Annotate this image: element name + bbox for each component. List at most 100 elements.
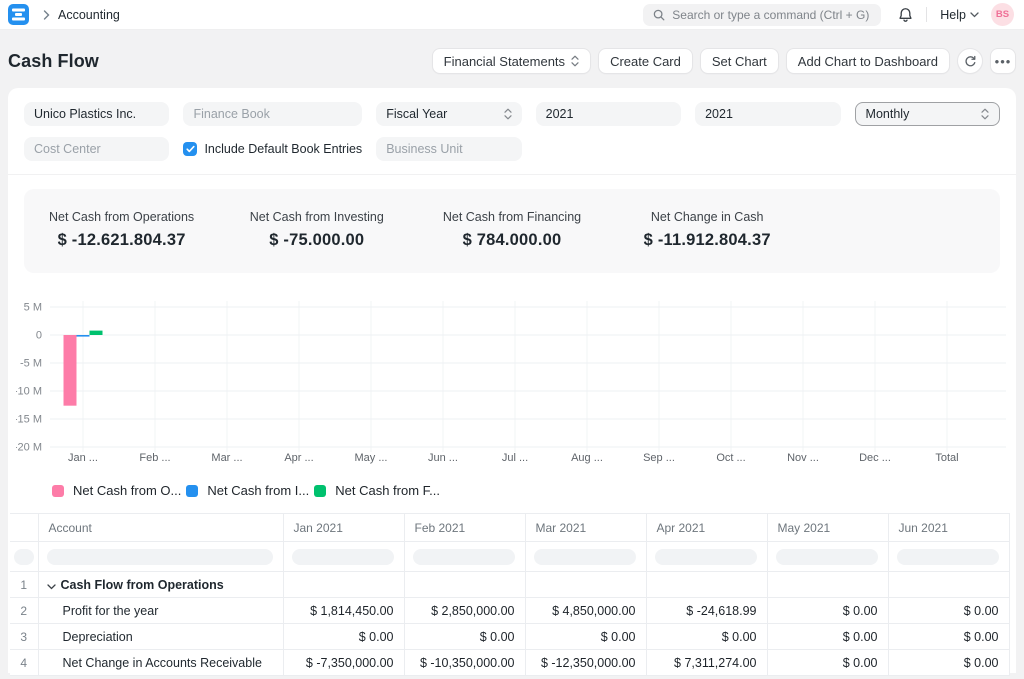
cell-value[interactable]: $ -12,350,000.00	[525, 650, 646, 676]
cell-value[interactable]: $ 7,311,274.00	[646, 650, 767, 676]
cell-value[interactable]	[283, 572, 404, 598]
summary-panel: Net Cash from Operations $ -12.621.804.3…	[24, 189, 1000, 273]
cell-value[interactable]	[525, 572, 646, 598]
report-card: Fiscal Year Monthly Include Default Book…	[8, 88, 1016, 673]
cell-value[interactable]: $ 0.00	[767, 598, 888, 624]
finance-book-filter[interactable]	[183, 102, 362, 126]
row-number: 1	[10, 572, 38, 598]
cell-value[interactable]	[404, 572, 525, 598]
column-header[interactable]: Mar 2021	[525, 514, 646, 542]
cell-value[interactable]: $ 4,850,000.00	[525, 598, 646, 624]
x-axis-tick: Jun ...	[428, 452, 458, 464]
company-filter[interactable]	[24, 102, 169, 126]
column-filter-input[interactable]	[47, 549, 273, 565]
summary-value: $ 784.000.00	[414, 231, 609, 250]
x-axis-tick: May ...	[354, 452, 387, 464]
search-placeholder: Search or type a command (Ctrl + G)	[672, 8, 869, 22]
period-basis-select[interactable]: Fiscal Year	[376, 102, 521, 126]
cell-value[interactable]: $ 0.00	[888, 624, 1009, 650]
column-filter-input[interactable]	[413, 549, 515, 565]
column-filter-input[interactable]	[897, 549, 999, 565]
cell-value[interactable]: $ 0.00	[888, 650, 1009, 676]
bar-net-cash-from-o-[interactable]	[64, 335, 77, 406]
set-chart-button[interactable]: Set Chart	[700, 48, 779, 74]
summary-card-financing: Net Cash from Financing $ 784.000.00	[414, 210, 609, 250]
report-table: AccountJan 2021Feb 2021Mar 2021Apr 2021M…	[10, 513, 1010, 676]
chart-legend: Net Cash from O...Net Cash from I...Net …	[16, 483, 1008, 498]
bar-net-cash-from-i-[interactable]	[77, 335, 90, 337]
notifications-button[interactable]	[898, 7, 913, 23]
cash-flow-chart[interactable]: 5 M0-5 M-10 M-15 M-20 MJan ...Feb ...Mar…	[16, 299, 1016, 469]
menu-button[interactable]: •••	[990, 48, 1016, 74]
column-filter-input[interactable]	[14, 549, 34, 565]
cell-value[interactable]: $ 0.00	[525, 624, 646, 650]
help-label: Help	[940, 8, 966, 22]
column-filter-input[interactable]	[534, 549, 636, 565]
cell-value[interactable]: $ 0.00	[646, 624, 767, 650]
search-icon	[653, 9, 665, 21]
check-icon	[186, 145, 195, 153]
cell-value[interactable]	[767, 572, 888, 598]
cell-account[interactable]: Net Change in Accounts Receivable	[38, 650, 283, 676]
search-input[interactable]: Search or type a command (Ctrl + G)	[643, 4, 881, 26]
x-axis-tick: Nov ...	[787, 452, 819, 464]
breadcrumb[interactable]: Accounting	[58, 8, 120, 22]
business-unit-filter[interactable]	[376, 137, 521, 161]
cell-value[interactable]: $ 0.00	[767, 650, 888, 676]
app-logo-icon[interactable]	[8, 4, 29, 25]
cell-value[interactable]: $ 0.00	[767, 624, 888, 650]
column-header[interactable]: May 2021	[767, 514, 888, 542]
y-axis-tick: -10 M	[16, 386, 42, 398]
cell-account[interactable]: Cash Flow from Operations	[38, 572, 283, 598]
cell-value[interactable]: $ 0.00	[888, 598, 1009, 624]
column-header[interactable]: Apr 2021	[646, 514, 767, 542]
cost-center-filter[interactable]	[24, 137, 169, 161]
bar-net-cash-from-f-[interactable]	[90, 331, 103, 335]
navbar-divider	[926, 7, 927, 22]
column-filter-input[interactable]	[292, 549, 394, 565]
cell-value[interactable]	[888, 572, 1009, 598]
bell-icon	[898, 7, 913, 23]
avatar[interactable]: BS	[991, 3, 1014, 26]
collapse-chevron-icon[interactable]	[47, 584, 56, 590]
column-header[interactable]: Jan 2021	[283, 514, 404, 542]
cell-value[interactable]: $ 2,850,000.00	[404, 598, 525, 624]
cell-value[interactable]: $ -10,350,000.00	[404, 650, 525, 676]
column-header[interactable]: Jun 2021	[888, 514, 1009, 542]
from-fiscal-year-filter[interactable]	[536, 102, 681, 126]
row-number: 3	[10, 624, 38, 650]
refresh-icon	[964, 55, 977, 68]
x-axis-tick: Jul ...	[502, 452, 528, 464]
cell-value[interactable]: $ -24,618.99	[646, 598, 767, 624]
y-axis-tick: -15 M	[16, 414, 42, 426]
report-selector[interactable]: Financial Statements	[432, 48, 591, 74]
summary-label: Net Cash from Operations	[24, 210, 219, 224]
cell-value[interactable]: $ -7,350,000.00	[283, 650, 404, 676]
summary-label: Net Cash from Financing	[414, 210, 609, 224]
to-fiscal-year-filter[interactable]	[695, 102, 840, 126]
column-header[interactable]: Account	[38, 514, 283, 542]
cell-account[interactable]: Depreciation	[38, 624, 283, 650]
cell-value[interactable]: $ 1,814,450.00	[283, 598, 404, 624]
periodicity-select[interactable]: Monthly	[855, 102, 1000, 126]
column-filter-input[interactable]	[776, 549, 878, 565]
cell-value[interactable]	[646, 572, 767, 598]
help-menu[interactable]: Help	[940, 8, 979, 22]
cell-value[interactable]: $ 0.00	[283, 624, 404, 650]
add-chart-to-dashboard-button[interactable]: Add Chart to Dashboard	[786, 48, 950, 74]
legend-label: Net Cash from F...	[335, 483, 440, 498]
help-chevron-icon	[970, 12, 979, 18]
summary-card-operations: Net Cash from Operations $ -12.621.804.3…	[24, 210, 219, 250]
create-card-button[interactable]: Create Card	[598, 48, 693, 74]
cell-account[interactable]: Profit for the year	[38, 598, 283, 624]
column-filter-row	[10, 542, 1009, 572]
refresh-button[interactable]	[957, 48, 983, 74]
column-header[interactable]: Feb 2021	[404, 514, 525, 542]
cell-value[interactable]: $ 0.00	[404, 624, 525, 650]
chart-section: 5 M0-5 M-10 M-15 M-20 MJan ...Feb ...Mar…	[16, 299, 1008, 498]
include-default-book-entries-checkbox[interactable]	[183, 142, 197, 156]
column-filter-input[interactable]	[655, 549, 757, 565]
x-axis-tick: Oct ...	[716, 452, 745, 464]
filter-section: Fiscal Year Monthly Include Default Book…	[8, 88, 1016, 175]
select-updown-icon	[981, 108, 989, 120]
